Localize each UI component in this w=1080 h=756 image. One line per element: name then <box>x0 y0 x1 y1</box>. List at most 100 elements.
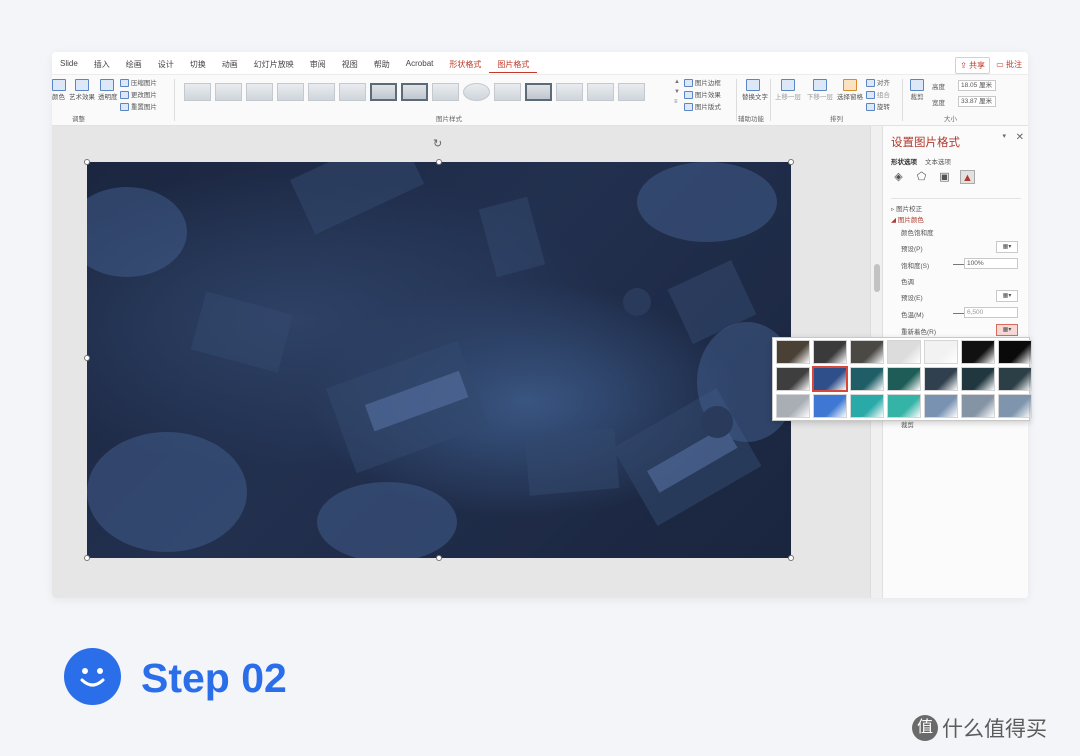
recolor-swatch[interactable] <box>776 340 810 364</box>
tone-preset-dropdown[interactable]: ▦▾ <box>996 290 1018 302</box>
slide-picture[interactable] <box>87 162 791 558</box>
menu-bar: Slide 插入 绘画 设计 切换 动画 幻灯片放映 审阅 视图 帮助 Acro… <box>52 52 1028 74</box>
saturation-preset-dropdown[interactable]: ▦▾ <box>996 241 1018 253</box>
tab-shape-options[interactable]: 形状选项 <box>891 156 917 166</box>
tab-view[interactable]: 视图 <box>334 59 366 73</box>
send-backward-button[interactable]: 下移一层 <box>806 79 834 101</box>
picture-icon[interactable]: ▲ <box>960 170 975 184</box>
height-input[interactable]: 18.05 厘米 <box>958 80 996 91</box>
recolor-dropdown[interactable]: ▦▾ <box>996 324 1018 336</box>
bring-forward-button[interactable]: 上移一层 <box>774 79 802 101</box>
recolor-swatch[interactable] <box>813 394 847 418</box>
tab-insert[interactable]: 插入 <box>86 59 118 73</box>
picture-effects-button[interactable]: 图片效果 <box>684 89 721 100</box>
gallery-scroll-down-icon[interactable]: ▼ <box>674 89 680 95</box>
width-input[interactable]: 33.87 厘米 <box>958 96 996 107</box>
tab-slideshow[interactable]: 幻灯片放映 <box>246 59 302 73</box>
style-thumb[interactable] <box>463 83 490 101</box>
recolor-swatch[interactable] <box>812 366 848 392</box>
selection-pane-button[interactable]: 选择窗格 <box>836 79 864 101</box>
recolor-swatch[interactable] <box>887 340 921 364</box>
tab-slide[interactable]: Slide <box>52 59 86 73</box>
resize-handle[interactable] <box>436 555 442 561</box>
tab-text-options[interactable]: 文本选项 <box>925 156 951 166</box>
recolor-swatch[interactable] <box>924 340 958 364</box>
change-picture-button[interactable]: 更改图片 <box>120 89 157 100</box>
recolor-swatch[interactable] <box>961 394 995 418</box>
close-icon[interactable]: ✕ <box>1016 132 1024 143</box>
share-button[interactable]: ⇪ 共享 <box>955 57 990 74</box>
style-thumb[interactable] <box>308 83 335 101</box>
resize-handle[interactable] <box>788 159 794 165</box>
recolor-swatch[interactable] <box>813 340 847 364</box>
tab-draw[interactable]: 绘画 <box>118 59 150 73</box>
style-thumb[interactable] <box>401 83 428 101</box>
rotate-handle-icon[interactable]: ↻ <box>433 137 442 150</box>
gallery-more-icon[interactable]: ≡ <box>674 99 678 105</box>
style-thumb[interactable] <box>184 83 211 101</box>
recolor-swatch[interactable] <box>961 367 995 391</box>
recolor-swatch[interactable] <box>961 340 995 364</box>
transparency-button[interactable]: 透明度 <box>98 79 118 101</box>
tab-design[interactable]: 设计 <box>150 59 182 73</box>
resize-handle[interactable] <box>84 159 90 165</box>
tab-review[interactable]: 审阅 <box>302 59 334 73</box>
recolor-swatch[interactable] <box>998 340 1032 364</box>
scrollbar-thumb[interactable] <box>874 264 880 292</box>
temperature-input[interactable]: 6,500 <box>964 307 1018 318</box>
effects-pentagon-icon[interactable]: ⬠ <box>914 170 929 184</box>
style-thumb[interactable] <box>494 83 521 101</box>
group-button[interactable]: 组合 <box>866 89 890 100</box>
picture-layout-button[interactable]: 图片版式 <box>684 101 721 112</box>
recolor-swatch[interactable] <box>887 367 921 391</box>
color-button[interactable]: 颜色 <box>52 79 66 101</box>
style-thumb[interactable] <box>277 83 304 101</box>
style-thumb[interactable] <box>587 83 614 101</box>
style-thumb[interactable] <box>556 83 583 101</box>
recolor-swatch[interactable] <box>887 394 921 418</box>
compress-pictures-button[interactable]: 压缩图片 <box>120 77 157 88</box>
recolor-swatch[interactable] <box>998 394 1032 418</box>
style-thumb[interactable] <box>432 83 459 101</box>
artistic-effects-button[interactable]: 艺术效果 <box>68 79 96 101</box>
resize-handle[interactable] <box>84 555 90 561</box>
comment-button[interactable]: ▭ 批注 <box>993 57 1025 72</box>
resize-handle[interactable] <box>84 355 90 361</box>
recolor-swatch[interactable] <box>924 394 958 418</box>
saturation-input[interactable]: 100% <box>964 258 1018 269</box>
size-properties-icon[interactable]: ▣ <box>937 170 952 184</box>
picture-correction-section[interactable]: ▹ 图片校正 <box>891 198 1021 213</box>
style-thumb[interactable] <box>370 83 397 101</box>
recolor-swatch[interactable] <box>998 367 1032 391</box>
tab-transitions[interactable]: 切换 <box>182 59 214 73</box>
style-thumb[interactable] <box>339 83 366 101</box>
pane-options-icon[interactable]: ▾ <box>1002 132 1006 140</box>
tab-shape-format[interactable]: 形状格式 <box>441 59 489 73</box>
reset-picture-button[interactable]: 重置图片 <box>120 101 157 112</box>
resize-handle[interactable] <box>436 159 442 165</box>
crop-button[interactable]: 裁剪 <box>908 79 926 101</box>
align-button[interactable]: 对齐 <box>866 77 890 88</box>
alt-text-button[interactable]: 替换文字 <box>742 79 768 101</box>
recolor-swatch[interactable] <box>776 367 810 391</box>
tab-picture-format[interactable]: 图片格式 <box>489 59 538 73</box>
picture-color-section[interactable]: ◢ 图片颜色 <box>891 214 924 224</box>
resize-handle[interactable] <box>788 555 794 561</box>
style-thumb[interactable] <box>525 83 552 101</box>
rotate-button[interactable]: 旋转 <box>866 101 890 112</box>
fill-line-icon[interactable]: ◈ <box>891 170 906 184</box>
recolor-swatch[interactable] <box>850 394 884 418</box>
recolor-swatch[interactable] <box>924 367 958 391</box>
recolor-swatch[interactable] <box>776 394 810 418</box>
picture-border-button[interactable]: 图片边框 <box>684 77 721 88</box>
recolor-swatch[interactable] <box>850 340 884 364</box>
recolor-swatch[interactable] <box>850 367 884 391</box>
tab-help[interactable]: 帮助 <box>366 59 398 73</box>
style-thumb[interactable] <box>215 83 242 101</box>
tab-animations[interactable]: 动画 <box>214 59 246 73</box>
crop-label: 裁剪 <box>910 94 924 101</box>
tab-acrobat[interactable]: Acrobat <box>398 59 442 73</box>
style-thumb[interactable] <box>246 83 273 101</box>
gallery-scroll-up-icon[interactable]: ▲ <box>674 79 680 85</box>
style-thumb[interactable] <box>618 83 645 101</box>
